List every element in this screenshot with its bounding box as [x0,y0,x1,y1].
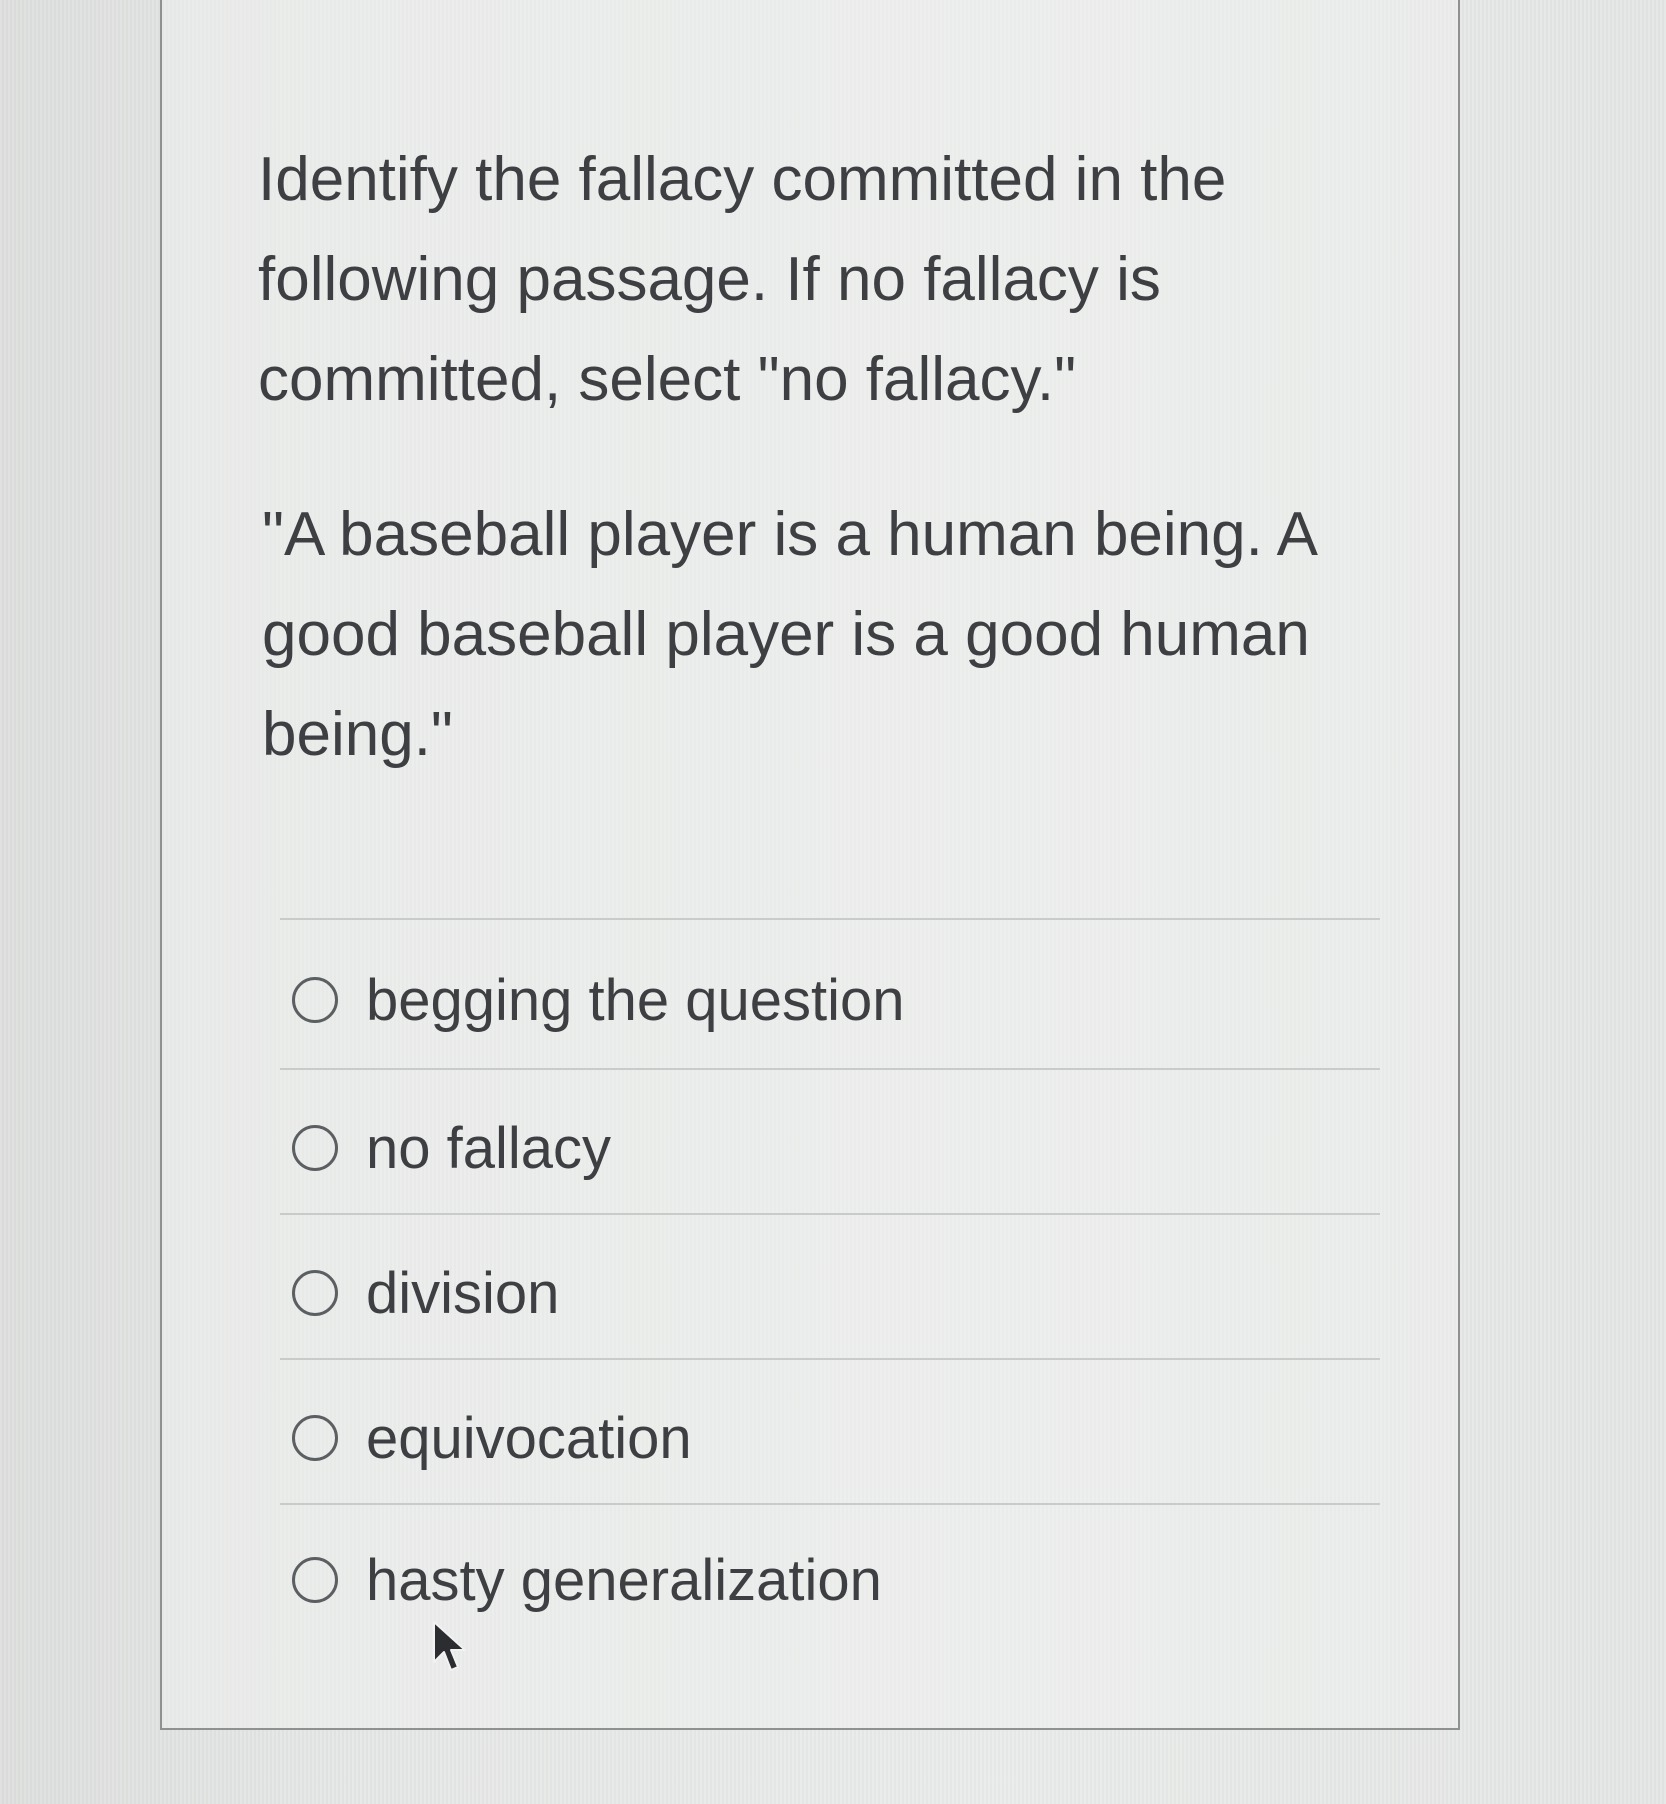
option-label[interactable]: begging the question [366,967,905,1034]
radio-unselected-icon[interactable] [292,977,338,1023]
divider [280,1358,1380,1360]
option-label[interactable]: equivocation [366,1405,692,1472]
question-prompt: Identify the fallacy committed in the fo… [258,145,1227,414]
radio-unselected-icon[interactable] [292,1270,338,1316]
radio-unselected-icon[interactable] [292,1557,338,1603]
divider [280,918,1380,920]
mouse-pointer-icon [433,1621,466,1671]
option-division[interactable]: division [292,1248,559,1338]
option-hasty-generalization[interactable]: hasty generalization [292,1535,882,1625]
option-label[interactable]: division [366,1260,559,1327]
screen: Identify the fallacy committed in the fo… [0,0,1666,1804]
option-label[interactable]: hasty generalization [366,1547,882,1614]
option-equivocation[interactable]: equivocation [292,1393,692,1483]
option-label[interactable]: no fallacy [366,1115,611,1182]
question-card: Identify the fallacy committed in the fo… [160,0,1460,1730]
option-begging-the-question[interactable]: begging the question [292,955,905,1045]
radio-unselected-icon[interactable] [292,1125,338,1171]
divider [280,1213,1380,1215]
divider [280,1068,1380,1070]
option-no-fallacy[interactable]: no fallacy [292,1103,611,1193]
question-passage: "A baseball player is a human being. A g… [262,500,1315,769]
radio-unselected-icon[interactable] [292,1415,338,1461]
divider [280,1503,1380,1505]
